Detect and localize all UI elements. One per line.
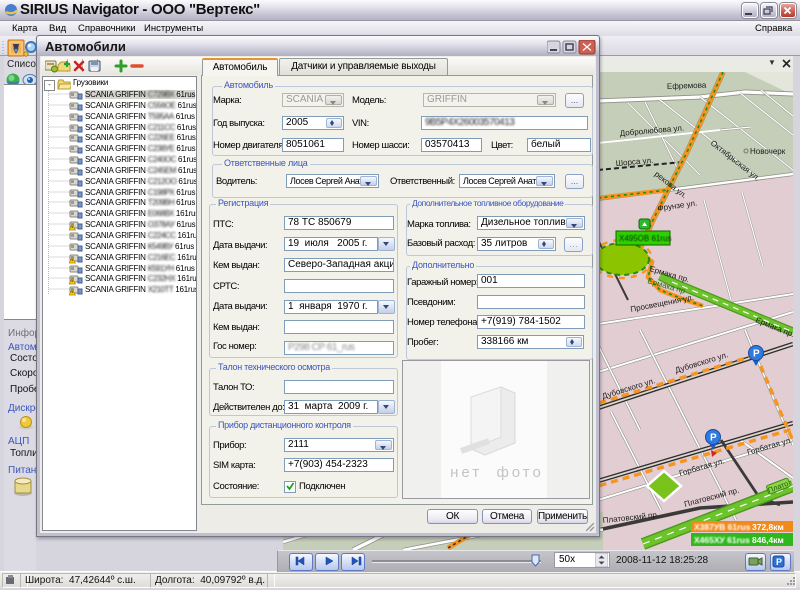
svg-text:P: P: [710, 433, 717, 444]
svg-text:Ефремова: Ефремова: [667, 81, 707, 91]
svg-text:Х495ОВ 61rus: Х495ОВ 61rus: [619, 234, 671, 243]
svg-text:Новочерк: Новочерк: [750, 147, 786, 156]
svg-text:846,4км: 846,4км: [752, 535, 784, 545]
svg-text:Х465ХУ 61rus: Х465ХУ 61rus: [694, 535, 750, 545]
svg-text:Х387УВ 61rus: Х387УВ 61rus: [694, 522, 751, 532]
svg-text:P: P: [776, 557, 782, 567]
svg-text:P: P: [753, 349, 760, 360]
svg-text:372,8км: 372,8км: [752, 522, 784, 532]
